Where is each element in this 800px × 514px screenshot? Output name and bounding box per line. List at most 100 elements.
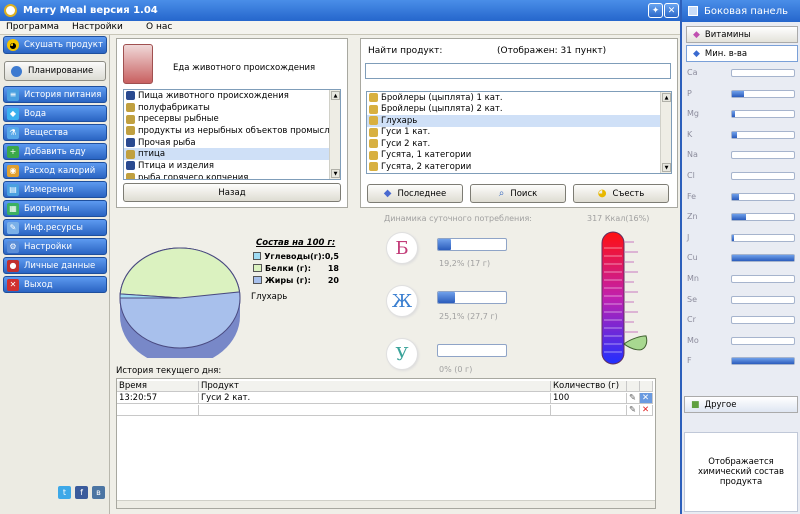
- eat-product-button[interactable]: ◕ Скушать продукт: [3, 36, 107, 54]
- category-item[interactable]: пресервы рыбные: [124, 113, 329, 125]
- nutrient-progress-bar: [437, 344, 507, 357]
- nav-settings[interactable]: ⚙ Настройки: [3, 238, 107, 255]
- category-scrollbar[interactable]: ▲ ▼: [329, 90, 340, 179]
- nav-measurements[interactable]: ▤ Измерения: [3, 181, 107, 198]
- mineral-bar: [731, 336, 795, 345]
- nav-info-resources[interactable]: ✎ Инф.ресурсы: [3, 219, 107, 236]
- category-icon: [126, 161, 135, 171]
- nutrient-percent: 25,1% (27,7 г): [439, 312, 498, 321]
- nutrient-progress-fill: [438, 239, 452, 250]
- close-icon[interactable]: ✕: [664, 3, 679, 18]
- mineral-bar: [731, 357, 795, 366]
- tab-minerals[interactable]: ◆ Мин. в-ва: [686, 45, 798, 62]
- edit-icon[interactable]: ✎: [627, 393, 640, 404]
- nav-calorie-expense[interactable]: ◉ Расход калорий: [3, 162, 107, 179]
- pin-icon[interactable]: ✦: [648, 3, 663, 18]
- nav-biorhythms[interactable]: ▦ Биоритмы: [3, 200, 107, 217]
- header-amount[interactable]: Количество (г): [551, 381, 627, 392]
- nav-history[interactable]: ≡ История питания: [3, 86, 107, 103]
- user-icon: ●: [7, 259, 19, 272]
- pacman-icon: ◕: [7, 39, 19, 51]
- mineral-bar: [731, 110, 795, 119]
- title-bar[interactable]: Merry Meal версия 1.04 ✦ ✕: [0, 0, 680, 21]
- delete-icon[interactable]: ✕: [640, 393, 653, 404]
- nav-substances[interactable]: ⚗ Вещества: [3, 124, 107, 141]
- twitter-icon[interactable]: t: [58, 486, 71, 499]
- history-hscrollbar[interactable]: [117, 500, 655, 508]
- row-product: Гуси 2 кат.: [199, 393, 551, 404]
- category-item[interactable]: Прочая рыба: [124, 137, 329, 149]
- mineral-row: Ca: [687, 68, 797, 78]
- header-product[interactable]: Продукт: [199, 381, 551, 392]
- category-list[interactable]: Пища животного происхождения полуфабрикат…: [123, 89, 341, 180]
- daily-title: Динамика суточного потребления:: [384, 214, 532, 223]
- table-row[interactable]: 13:20:57 Гуси 2 кат. 100 ✎ ✕: [117, 393, 653, 404]
- edit-icon[interactable]: ✎: [627, 405, 640, 416]
- row-time: 13:20:57: [117, 393, 199, 404]
- mineral-row: Cr: [687, 315, 797, 325]
- category-item[interactable]: птица: [124, 148, 329, 161]
- search-button[interactable]: ⌕ Поиск: [470, 184, 566, 203]
- calorie-icon: ◉: [7, 164, 19, 177]
- mineral-bar: [731, 316, 795, 325]
- meat-icon: [123, 44, 153, 84]
- product-scrollbar[interactable]: ▲ ▼: [660, 92, 671, 173]
- tab-other[interactable]: ■ Другое: [684, 396, 798, 413]
- nav-water[interactable]: ◆ Вода: [3, 105, 107, 122]
- header-time[interactable]: Время: [117, 381, 199, 392]
- category-item[interactable]: продукты из нерыбных объектов промысла: [124, 125, 335, 137]
- side-panel: Боковая панель ◆ Витамины ◆ Мин. в-ва Ca P M…: [680, 0, 800, 514]
- nutrient-progress-fill: [438, 292, 456, 303]
- mineral-row: Cl: [687, 171, 797, 181]
- mineral-bar: [731, 130, 795, 139]
- last-button[interactable]: ◆ Последнее: [367, 184, 463, 203]
- nav-add-food[interactable]: + Добавить еду: [3, 143, 107, 160]
- product-item[interactable]: Бройлеры (цыплята) 1 кат.: [367, 92, 660, 104]
- category-item[interactable]: рыба горячего копчения: [124, 172, 329, 179]
- product-item[interactable]: Гуси 2 кат.: [367, 138, 660, 150]
- water-icon: ◆: [7, 107, 19, 120]
- menu-bar: Программа Настройки О нас: [0, 21, 680, 35]
- table-row-empty[interactable]: ✎ ✕: [117, 405, 653, 416]
- composition-pie-chart: [119, 247, 241, 358]
- side-panel-title[interactable]: Боковая панель: [682, 0, 800, 22]
- delete-icon[interactable]: ✕: [640, 405, 653, 416]
- eat-button[interactable]: ◕ Съесть: [573, 184, 669, 203]
- mineral-bar: [731, 254, 795, 263]
- menu-program[interactable]: Программа: [6, 22, 59, 32]
- mineral-bar-fill: [732, 358, 794, 365]
- category-item[interactable]: Пища животного происхождения: [124, 90, 329, 102]
- product-item[interactable]: Глухарь: [367, 115, 660, 127]
- mineral-row: F: [687, 356, 797, 366]
- menu-about[interactable]: О нас: [146, 22, 172, 32]
- mineral-row: Fe: [687, 192, 797, 202]
- product-item[interactable]: Гусята, 1 категории: [367, 150, 660, 162]
- mineral-bar: [731, 89, 795, 98]
- legend-row: Белки (г): 18: [253, 262, 339, 274]
- left-navigation: ◕ Скушать продукт Планирование ≡ История …: [0, 35, 110, 514]
- composition-legend: Углеводы(г): 0,5 Белки (г): 18 Жиры (г): 20: [253, 250, 339, 286]
- product-item[interactable]: Гусята, 2 категории: [367, 161, 660, 173]
- mineral-row: Na: [687, 150, 797, 160]
- vk-icon[interactable]: в: [92, 486, 105, 499]
- product-item[interactable]: Гуси 1 кат.: [367, 127, 660, 139]
- planning-button[interactable]: Планирование: [4, 61, 106, 81]
- legend-swatch: [253, 264, 262, 272]
- vitamins-icon: ◆: [693, 29, 700, 40]
- product-list[interactable]: Бройлеры (цыплята) 1 кат. Бройлеры (цыпля…: [366, 91, 672, 174]
- nav-exit[interactable]: ✕ Выход: [3, 276, 107, 293]
- product-item[interactable]: Бройлеры (цыплята) 2 кат.: [367, 104, 660, 116]
- category-panel: Еда животного происхождения Пища животно…: [116, 38, 348, 208]
- other-icon: ■: [691, 399, 700, 410]
- facebook-icon[interactable]: f: [75, 486, 88, 499]
- category-item[interactable]: полуфабрикаты: [124, 102, 329, 114]
- nutrient-badge: Ж: [386, 285, 418, 317]
- menu-settings[interactable]: Настройки: [72, 22, 123, 32]
- nav-personal-data[interactable]: ● Личные данные: [3, 257, 107, 274]
- mineral-row: J: [687, 233, 797, 243]
- category-item[interactable]: Птица и изделия: [124, 160, 329, 172]
- search-input[interactable]: [365, 63, 671, 79]
- tab-vitamins[interactable]: ◆ Витамины: [686, 26, 798, 43]
- mineral-bar: [731, 69, 795, 77]
- back-button[interactable]: Назад: [123, 183, 341, 202]
